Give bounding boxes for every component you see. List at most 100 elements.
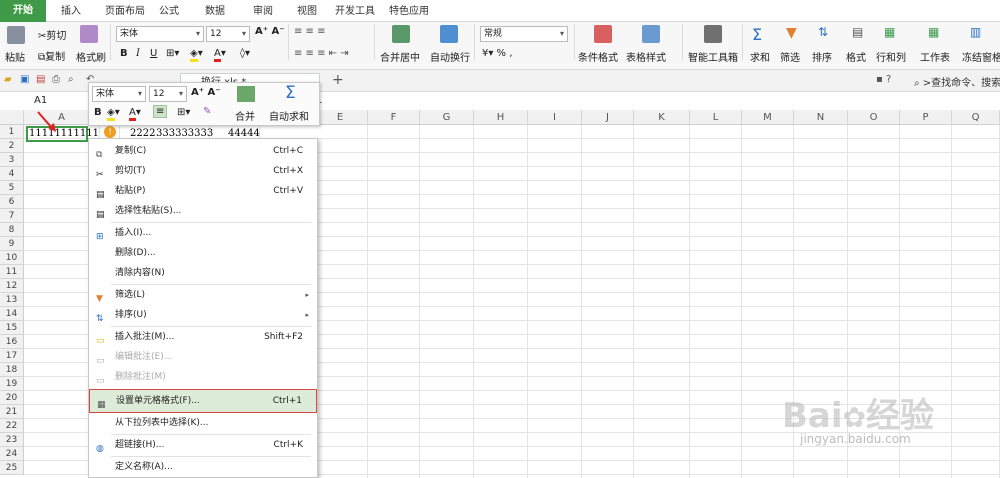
row-header-7[interactable]: 7 <box>0 209 24 223</box>
paste-button[interactable] <box>7 26 25 44</box>
row-header-25[interactable]: 25 <box>0 461 24 475</box>
column-header-l[interactable]: L <box>690 110 742 125</box>
warning-icon[interactable]: ! <box>104 126 116 138</box>
menu-item-pick-from-list[interactable]: 从下拉列表中选择(K)... <box>89 413 317 433</box>
cut-button[interactable]: ✂剪切 <box>38 27 66 42</box>
sum-icon[interactable]: Σ <box>752 25 762 44</box>
merge-center-button[interactable] <box>392 25 410 43</box>
border-button[interactable]: ⊞▾ <box>166 48 179 59</box>
row-header-9[interactable]: 9 <box>0 237 24 251</box>
row-header-17[interactable]: 17 <box>0 349 24 363</box>
tab-review[interactable]: 审阅 <box>246 3 280 21</box>
export-pdf-icon[interactable]: ▤ <box>36 74 45 85</box>
wrap-text-label[interactable]: 自动换行 <box>430 49 470 64</box>
sort-label[interactable]: 排序 <box>812 49 832 64</box>
format-label[interactable]: 格式 <box>846 49 866 64</box>
mini-grow-font-button[interactable]: A⁺ A⁻ <box>191 87 221 98</box>
row-header-10[interactable]: 10 <box>0 251 24 265</box>
row-header-8[interactable]: 8 <box>0 223 24 237</box>
row-header-14[interactable]: 14 <box>0 307 24 321</box>
menu-item-edit-comment[interactable]: ▭ 编辑批注(E)... <box>89 347 317 367</box>
tab-data[interactable]: 数据 <box>198 3 232 21</box>
cond-format-label[interactable]: 条件格式 <box>578 49 618 64</box>
rows-cols-icon[interactable]: ▦ <box>884 25 895 39</box>
mini-autosum-icon[interactable]: Σ <box>285 83 296 103</box>
font-color-button[interactable]: A▾ <box>214 48 226 62</box>
menu-item-copy[interactable]: ⧉ 复制(C) Ctrl+C <box>89 141 317 161</box>
worksheet-icon[interactable]: ▦ <box>928 25 939 39</box>
column-header-p[interactable]: P <box>900 110 952 125</box>
filter-icon[interactable]: ▼ <box>786 25 797 41</box>
row-header-2[interactable]: 2 <box>0 139 24 153</box>
row-header-11[interactable]: 11 <box>0 265 24 279</box>
search-commands[interactable]: ⌕ >查找命令、搜索... <box>914 74 1000 89</box>
preview-icon[interactable]: ⌕ <box>68 74 74 85</box>
menu-item-paste[interactable]: ▤ 粘贴(P) Ctrl+V <box>89 181 317 201</box>
column-header-f[interactable]: F <box>368 110 420 125</box>
eraser-button[interactable]: ◊▾ <box>240 48 250 59</box>
smart-tools-label[interactable]: 智能工具箱 <box>688 49 738 64</box>
sum-label[interactable]: 求和 <box>750 49 770 64</box>
name-box[interactable]: A1 <box>0 92 88 110</box>
row-header-13[interactable]: 13 <box>0 293 24 307</box>
mini-format-painter-button[interactable]: ✎ <box>203 106 211 117</box>
tab-special[interactable]: 特色应用 <box>386 3 432 21</box>
mini-align-button[interactable]: ≡ <box>153 105 168 118</box>
fill-color-button[interactable]: ◈▾ <box>190 48 203 62</box>
row-header-1[interactable]: 1 <box>0 125 24 139</box>
column-header-n[interactable]: N <box>794 110 848 125</box>
print-icon[interactable]: ⎙ <box>52 74 60 85</box>
column-header-o[interactable]: O <box>848 110 900 125</box>
mini-font-color-button[interactable]: A▾ <box>129 107 141 121</box>
smart-tools-button[interactable] <box>704 25 722 43</box>
menu-item-filter[interactable]: ▼ 筛选(L) ▸ <box>89 285 317 305</box>
menu-item-insert-comment[interactable]: ▭ 插入批注(M)... Shift+F2 <box>89 327 317 347</box>
align-top-buttons[interactable]: ≡ ≡ ≡ <box>294 26 326 37</box>
mini-merge-label[interactable]: 合并 <box>235 108 255 123</box>
row-header-3[interactable]: 3 <box>0 153 24 167</box>
row-header-20[interactable]: 20 <box>0 391 24 405</box>
row-header-6[interactable]: 6 <box>0 195 24 209</box>
menu-item-format-cells[interactable]: ▦ 设置单元格格式(F)... Ctrl+1 <box>89 389 317 413</box>
mini-font-select[interactable]: 宋体 ▾ <box>92 86 146 102</box>
mini-border-button[interactable]: ⊞▾ <box>177 107 190 118</box>
tab-view[interactable]: 视图 <box>290 3 324 21</box>
row-header-12[interactable]: 12 <box>0 279 24 293</box>
merge-center-label[interactable]: 合并居中 <box>380 49 420 64</box>
column-header-g[interactable]: G <box>420 110 474 125</box>
open-icon[interactable]: ▰ <box>4 74 12 85</box>
new-tab-plus-icon[interactable]: + <box>332 72 344 88</box>
row-header-22[interactable]: 22 <box>0 419 24 433</box>
row-header-19[interactable]: 19 <box>0 377 24 391</box>
format-painter-label[interactable]: 格式刷 <box>76 49 106 64</box>
italic-button[interactable]: I <box>136 48 140 59</box>
tab-developer[interactable]: 开发工具 <box>332 3 378 21</box>
format-painter-button[interactable] <box>80 25 98 43</box>
menu-item-hyperlink[interactable]: ◍ 超链接(H)... Ctrl+K <box>89 435 317 455</box>
filter-label[interactable]: 筛选 <box>780 49 800 64</box>
menu-item-sort[interactable]: ⇅ 排序(U) ▸ <box>89 305 317 325</box>
select-all-corner[interactable] <box>0 110 24 125</box>
column-header-i[interactable]: I <box>528 110 582 125</box>
row-header-5[interactable]: 5 <box>0 181 24 195</box>
align-left-buttons[interactable]: ≡ ≡ ≡ ⇤ ⇥ <box>294 48 349 59</box>
tab-insert[interactable]: 插入 <box>54 3 88 21</box>
menu-item-delete-comment[interactable]: ▭ 删除批注(M) <box>89 367 317 387</box>
tab-page-layout[interactable]: 页面布局 <box>96 3 154 21</box>
number-format-select[interactable]: 常规 ▾ <box>480 26 568 42</box>
mini-bold-button[interactable]: B <box>94 107 102 118</box>
column-header-e[interactable]: E <box>313 110 368 125</box>
column-header-h[interactable]: H <box>474 110 528 125</box>
column-header-q[interactable]: Q <box>952 110 1000 125</box>
worksheet-label[interactable]: 工作表 <box>920 49 950 64</box>
table-style-button[interactable] <box>642 25 660 43</box>
tab-formulas[interactable]: 公式 <box>152 3 186 21</box>
freeze-label[interactable]: 冻结窗格 <box>962 49 1000 64</box>
save-icon[interactable]: ▣ <box>20 74 29 85</box>
bold-button[interactable]: B <box>120 48 128 59</box>
tab-home[interactable]: 开始 <box>0 0 46 22</box>
menu-item-cut[interactable]: ✂ 剪切(T) Ctrl+X <box>89 161 317 181</box>
menu-item-define-name[interactable]: 定义名称(A)... <box>89 457 317 477</box>
mini-autosum-label[interactable]: 自动求和 <box>269 108 309 123</box>
mini-merge-icon[interactable] <box>237 86 255 102</box>
